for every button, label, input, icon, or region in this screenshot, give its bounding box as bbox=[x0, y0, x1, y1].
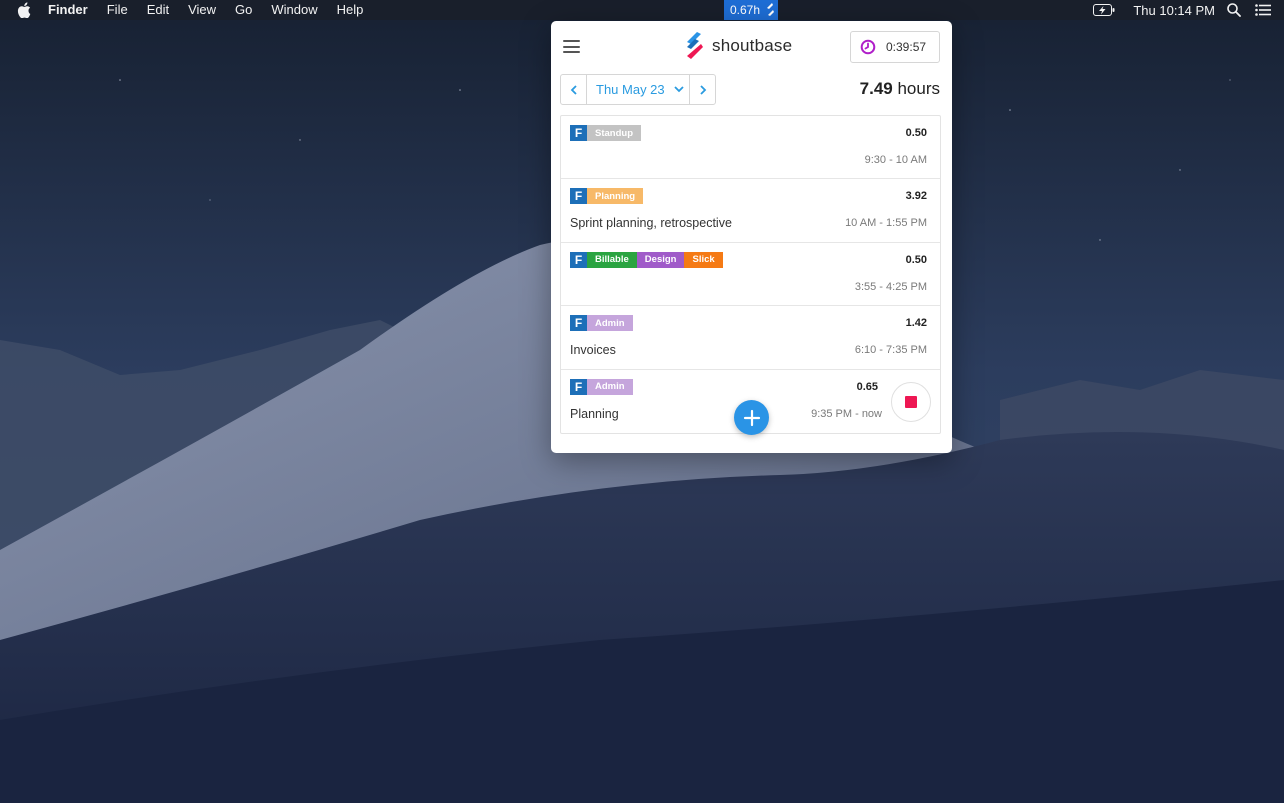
menu-bar: Finder File Edit View Go Window Help 0.6… bbox=[0, 0, 1284, 20]
project-badge: F bbox=[570, 315, 587, 332]
tag-label: Billable bbox=[587, 251, 637, 268]
entry-hours: 0.65 bbox=[856, 380, 878, 393]
entry-tags: F Admin bbox=[570, 315, 633, 332]
entry-hours: 3.92 bbox=[905, 190, 927, 203]
entry-time-range: 6:10 - 7:35 PM bbox=[854, 344, 927, 357]
date-navigator: Thu May 23 bbox=[560, 74, 716, 105]
previous-day-button[interactable] bbox=[560, 74, 587, 105]
tag-label: Standup bbox=[587, 125, 641, 141]
project-badge: F bbox=[570, 251, 587, 268]
date-dropdown[interactable]: Thu May 23 bbox=[587, 74, 689, 105]
menu-edit[interactable]: Edit bbox=[147, 0, 169, 20]
shoutbase-status-item[interactable]: 0.67h bbox=[724, 0, 778, 20]
tag-label: Slick bbox=[684, 251, 723, 268]
spotlight-search-icon[interactable] bbox=[1227, 3, 1241, 17]
brand: shoutbase bbox=[684, 32, 792, 60]
popover-header: shoutbase 0:39:57 bbox=[551, 21, 952, 73]
entry-tags: F Planning bbox=[570, 188, 644, 205]
hamburger-menu-icon[interactable] bbox=[563, 40, 580, 53]
entry-time-range: 9:35 PM - now bbox=[811, 407, 882, 420]
battery-charging-icon[interactable] bbox=[1093, 4, 1115, 16]
menu-go[interactable]: Go bbox=[235, 0, 252, 20]
menu-window[interactable]: Window bbox=[271, 0, 317, 20]
stop-icon bbox=[905, 395, 917, 408]
time-entry[interactable]: F Planning 3.92 Sprint planning, retrosp… bbox=[561, 179, 940, 243]
entry-hours: 1.42 bbox=[905, 317, 927, 330]
chevron-left-icon bbox=[570, 84, 577, 95]
menu-view[interactable]: View bbox=[188, 0, 216, 20]
project-badge: F bbox=[570, 188, 587, 205]
entry-hours: 0.50 bbox=[905, 253, 927, 266]
plus-icon bbox=[743, 409, 760, 426]
stop-timer-button[interactable] bbox=[891, 381, 931, 422]
timer-value: 0:39:57 bbox=[886, 40, 927, 54]
entry-tags: F Admin bbox=[570, 378, 633, 395]
menu-clock[interactable]: Thu 10:14 PM bbox=[1133, 3, 1215, 18]
shoutbase-popover: shoutbase 0:39:57 Thu May 23 7.49 hours bbox=[551, 21, 952, 453]
time-entry-list: F Standup 0.50 9:30 - 10 AM F Planning 3… bbox=[560, 115, 941, 434]
time-entry[interactable]: F Standup 0.50 9:30 - 10 AM bbox=[561, 116, 940, 180]
status-item-hours: 0.67h bbox=[730, 3, 761, 17]
project-badge: F bbox=[570, 378, 587, 395]
entry-tags: F Standup bbox=[570, 125, 641, 141]
time-entry[interactable]: F Admin 1.42 Invoices 6:10 - 7:35 PM bbox=[561, 306, 940, 370]
entry-time-range: 9:30 - 10 AM bbox=[864, 154, 927, 166]
entry-description: Sprint planning, retrospective bbox=[570, 216, 732, 231]
menu-file[interactable]: File bbox=[107, 0, 128, 20]
notification-center-icon[interactable] bbox=[1255, 4, 1271, 16]
chevron-down-icon bbox=[674, 86, 684, 93]
entry-hours: 0.50 bbox=[905, 127, 927, 139]
daily-total: 7.49 hours bbox=[860, 79, 940, 99]
total-hours-value: 7.49 bbox=[859, 79, 893, 98]
tag-label: Planning bbox=[587, 188, 644, 205]
total-hours-unit: hours bbox=[897, 79, 940, 98]
chevron-right-icon bbox=[699, 84, 706, 95]
next-day-button[interactable] bbox=[689, 74, 716, 105]
entry-description: Planning bbox=[570, 406, 619, 421]
menu-help[interactable]: Help bbox=[337, 0, 364, 20]
running-timer-button[interactable]: 0:39:57 bbox=[850, 31, 940, 63]
brand-name: shoutbase bbox=[712, 36, 793, 55]
apple-icon[interactable] bbox=[17, 2, 31, 18]
clock-icon bbox=[860, 39, 876, 55]
tag-label: Admin bbox=[587, 378, 633, 395]
entry-description: Invoices bbox=[570, 343, 616, 358]
shoutbase-mini-logo-icon bbox=[767, 3, 775, 16]
date-label: Thu May 23 bbox=[596, 82, 665, 97]
menu-app-name[interactable]: Finder bbox=[48, 0, 88, 20]
add-entry-button[interactable] bbox=[734, 400, 769, 435]
entry-time-range: 10 AM - 1:55 PM bbox=[845, 217, 927, 230]
project-badge: F bbox=[570, 125, 587, 141]
time-entry[interactable]: F Billable Design Slick 0.50 3:55 - 4:25… bbox=[561, 243, 940, 307]
shoutbase-logo-icon bbox=[687, 32, 703, 59]
entry-tags: F Billable Design Slick bbox=[570, 251, 723, 268]
tag-label: Admin bbox=[587, 315, 633, 332]
tag-label: Design bbox=[636, 251, 685, 268]
entry-time-range: 3:55 - 4:25 PM bbox=[854, 280, 927, 293]
